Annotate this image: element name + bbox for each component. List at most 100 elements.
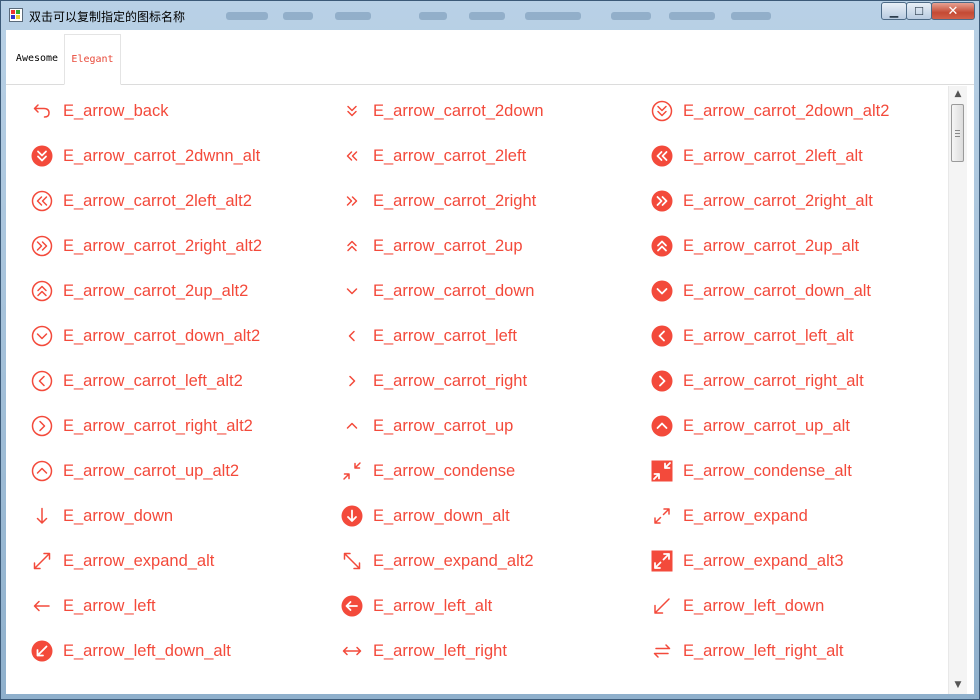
icon-list-item[interactable]: E_arrow_carrot_2right_alt	[651, 188, 873, 214]
tab-elegant[interactable]: Elegant	[64, 34, 121, 85]
minimize-button[interactable]: ▁	[881, 2, 907, 20]
blurred-region	[611, 12, 651, 20]
icon-list-item[interactable]: E_arrow_carrot_down_alt2	[31, 323, 260, 349]
icon-list-item[interactable]: E_arrow_left_right_alt	[651, 638, 844, 664]
tab-strip: Awesome Elegant	[6, 30, 974, 85]
arrow-down-icon	[31, 505, 53, 527]
icon-list-item[interactable]: E_arrow_left_down	[651, 593, 824, 619]
blurred-region	[469, 12, 505, 20]
arrow-back-icon	[31, 100, 53, 122]
icon-list-item[interactable]: E_arrow_carrot_2up_alt	[651, 233, 859, 259]
icon-list-item[interactable]: E_arrow_carrot_right_alt2	[31, 413, 253, 439]
icon-list-item[interactable]: E_arrow_condense	[341, 458, 515, 484]
scroll-thumb[interactable]	[951, 104, 964, 162]
icon-list-item[interactable]: E_arrow_back	[31, 98, 168, 124]
tab-awesome[interactable]: Awesome	[10, 34, 64, 83]
icon-name-label: E_arrow_carrot_left	[373, 326, 517, 345]
arrow-left-down-icon	[651, 595, 673, 617]
icon-name-label: E_arrow_carrot_2down_alt2	[683, 101, 890, 120]
icon-name-label: E_arrow_carrot_right_alt	[683, 371, 864, 390]
carrot-up-alt2-icon	[31, 460, 53, 482]
expand-alt2-icon	[341, 550, 363, 572]
icon-name-label: E_arrow_carrot_right	[373, 371, 528, 390]
vertical-scrollbar[interactable]: ▲ ▼	[948, 86, 967, 694]
icon-list-item[interactable]: E_arrow_carrot_2up	[341, 233, 523, 259]
icon-list-item[interactable]: E_arrow_down	[31, 503, 173, 529]
icon-name-label: E_arrow_condense	[373, 461, 516, 480]
icon-list-item[interactable]: E_arrow_carrot_2right	[341, 188, 536, 214]
window-controls: ▁ ☐ ✕	[881, 2, 975, 21]
icon-list-item[interactable]: E_arrow_expand_alt	[31, 548, 214, 574]
carrot-left-alt2-icon	[31, 370, 53, 392]
icon-list-item[interactable]: E_arrow_carrot_2right_alt2	[31, 233, 262, 259]
scroll-down-button[interactable]: ▼	[949, 677, 967, 694]
icon-name-label: E_arrow_carrot_down	[373, 281, 535, 300]
icon-list-item[interactable]: E_arrow_carrot_left_alt2	[31, 368, 243, 394]
icon-list-item[interactable]: E_arrow_left_down_alt	[31, 638, 231, 664]
icon-list-item[interactable]: E_arrow_carrot_2dwnn_alt	[31, 143, 260, 169]
blurred-region	[335, 12, 371, 20]
carrot-down-alt2-icon	[31, 325, 53, 347]
icon-list-item[interactable]: E_arrow_left_alt	[341, 593, 492, 619]
blurred-region	[419, 12, 447, 20]
icon-name-label: E_arrow_carrot_up_alt2	[63, 461, 240, 480]
arrow-left-icon	[31, 595, 53, 617]
icon-name-label: E_arrow_expand_alt3	[683, 551, 844, 570]
carrot-down-alt-icon	[651, 280, 673, 302]
carrot-left-alt-icon	[651, 325, 673, 347]
icon-list-item[interactable]: E_arrow_carrot_2down	[341, 98, 544, 124]
icon-list-item[interactable]: E_arrow_carrot_2left	[341, 143, 526, 169]
icon-name-label: E_arrow_left_down	[683, 596, 825, 615]
icon-list-item[interactable]: E_arrow_carrot_2left_alt	[651, 143, 863, 169]
title-bar[interactable]: 双击可以复制指定的图标名称 ▁ ☐ ✕	[1, 1, 979, 30]
icon-list-item[interactable]: E_arrow_down_alt	[341, 503, 510, 529]
icon-name-label: E_arrow_carrot_2right_alt	[683, 191, 873, 210]
icon-list-item[interactable]: E_arrow_expand_alt2	[341, 548, 534, 574]
icon-list-item[interactable]: E_arrow_carrot_2left_alt2	[31, 188, 252, 214]
arrow-down-alt-icon	[341, 505, 363, 527]
blurred-region	[669, 12, 715, 20]
carrot-up-icon	[341, 415, 363, 437]
icon-name-label: E_arrow_expand_alt	[63, 551, 215, 570]
icon-list-item[interactable]: E_arrow_carrot_down_alt	[651, 278, 871, 304]
close-button[interactable]: ✕	[931, 2, 975, 20]
icon-list-item[interactable]: E_arrow_condense_alt	[651, 458, 852, 484]
icon-list-item[interactable]: E_arrow_carrot_left_alt	[651, 323, 854, 349]
icon-list-item[interactable]: E_arrow_carrot_up_alt	[651, 413, 850, 439]
icon-name-label: E_arrow_carrot_2left_alt	[683, 146, 863, 165]
arrow-left-alt-icon	[341, 595, 363, 617]
window-title: 双击可以复制指定的图标名称	[29, 10, 186, 24]
icon-list-item[interactable]: E_arrow_carrot_right_alt	[651, 368, 864, 394]
carrot-2down-alt2-icon	[651, 100, 673, 122]
icon-list-item[interactable]: E_arrow_carrot_2down_alt2	[651, 98, 889, 124]
icon-name-label: E_arrow_back	[63, 101, 169, 120]
icon-name-label: E_arrow_expand_alt2	[373, 551, 534, 570]
carrot-2left-alt2-icon	[31, 190, 53, 212]
icon-list-item[interactable]: E_arrow_expand_alt3	[651, 548, 844, 574]
icon-name-label: E_arrow_carrot_2up_alt2	[63, 281, 249, 300]
icon-name-label: E_arrow_condense_alt	[683, 461, 852, 480]
icon-name-label: E_arrow_carrot_left_alt	[683, 326, 854, 345]
icon-list-item[interactable]: E_arrow_carrot_down	[341, 278, 534, 304]
icon-list-item[interactable]: E_arrow_left_right	[341, 638, 507, 664]
icon-list-item[interactable]: E_arrow_carrot_left	[341, 323, 517, 349]
icon-list-item[interactable]: E_arrow_carrot_up_alt2	[31, 458, 239, 484]
icon-list-item[interactable]: E_arrow_carrot_2up_alt2	[31, 278, 248, 304]
icon-list-item[interactable]: E_arrow_carrot_right	[341, 368, 527, 394]
blurred-region	[226, 12, 268, 20]
icon-name-label: E_arrow_carrot_2left	[373, 146, 527, 165]
icon-name-label: E_arrow_carrot_2up	[373, 236, 523, 255]
icon-name-label: E_arrow_carrot_2left_alt2	[63, 191, 252, 210]
icon-list-item[interactable]: E_arrow_carrot_up	[341, 413, 513, 439]
maximize-button[interactable]: ☐	[906, 2, 932, 20]
icon-name-label: E_arrow_carrot_down_alt2	[63, 326, 261, 345]
icon-list-item[interactable]: E_arrow_left	[31, 593, 156, 619]
icon-name-label: E_arrow_carrot_2right	[373, 191, 537, 210]
expand-icon	[651, 505, 673, 527]
client-area: Awesome Elegant E_arrow_back E_arrow_carr…	[6, 30, 974, 694]
scroll-up-button[interactable]: ▲	[949, 86, 967, 103]
icon-name-label: E_arrow_carrot_down_alt	[683, 281, 872, 300]
condense-icon	[341, 460, 363, 482]
icon-list[interactable]: E_arrow_back E_arrow_carrot_2down E_arrow_…	[6, 86, 944, 694]
icon-list-item[interactable]: E_arrow_expand	[651, 503, 808, 529]
